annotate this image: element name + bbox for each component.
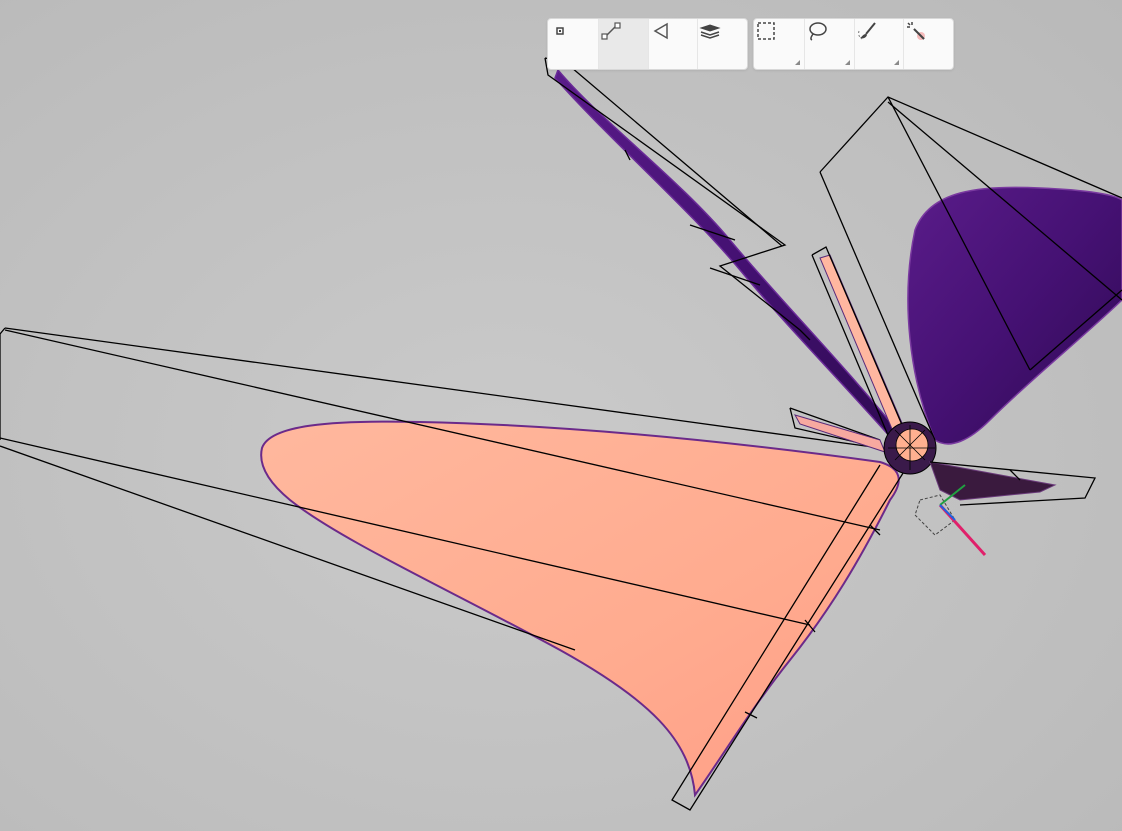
brush-icon <box>857 22 876 40</box>
purple-blade-thin[interactable] <box>554 68 906 450</box>
purple-blade-large[interactable] <box>907 186 1122 445</box>
vertex-select-button[interactable] <box>548 19 598 69</box>
edge-icon <box>601 22 621 40</box>
submenu-indicator <box>844 60 850 65</box>
face-select-button[interactable] <box>647 19 698 69</box>
submenu-indicator <box>794 60 800 65</box>
salmon-blade-stub[interactable] <box>793 414 886 453</box>
magic-wand-icon <box>907 22 926 40</box>
vertex-icon <box>556 27 564 35</box>
selection-tools-toolbar <box>753 18 954 70</box>
edge-select-button[interactable] <box>597 19 648 69</box>
lasso-icon <box>809 22 827 41</box>
dashed-rectangle-icon <box>757 22 775 40</box>
lasso-select-button[interactable] <box>803 19 854 69</box>
magic-select-button[interactable] <box>903 19 953 69</box>
object-select-button[interactable] <box>697 19 747 69</box>
salmon-blade-large[interactable] <box>260 420 900 798</box>
face-icon <box>653 22 668 40</box>
viewport-scene[interactable] <box>0 0 1122 831</box>
hub[interactable] <box>883 421 937 475</box>
layers-icon <box>699 24 721 39</box>
paint-select-button[interactable] <box>853 19 904 69</box>
salmon-blade-small[interactable] <box>819 254 906 437</box>
submenu-indicator <box>894 60 900 65</box>
3d-viewport[interactable] <box>0 0 1122 831</box>
box-select-button[interactable] <box>754 19 804 69</box>
selection-mode-toolbar <box>547 18 748 70</box>
